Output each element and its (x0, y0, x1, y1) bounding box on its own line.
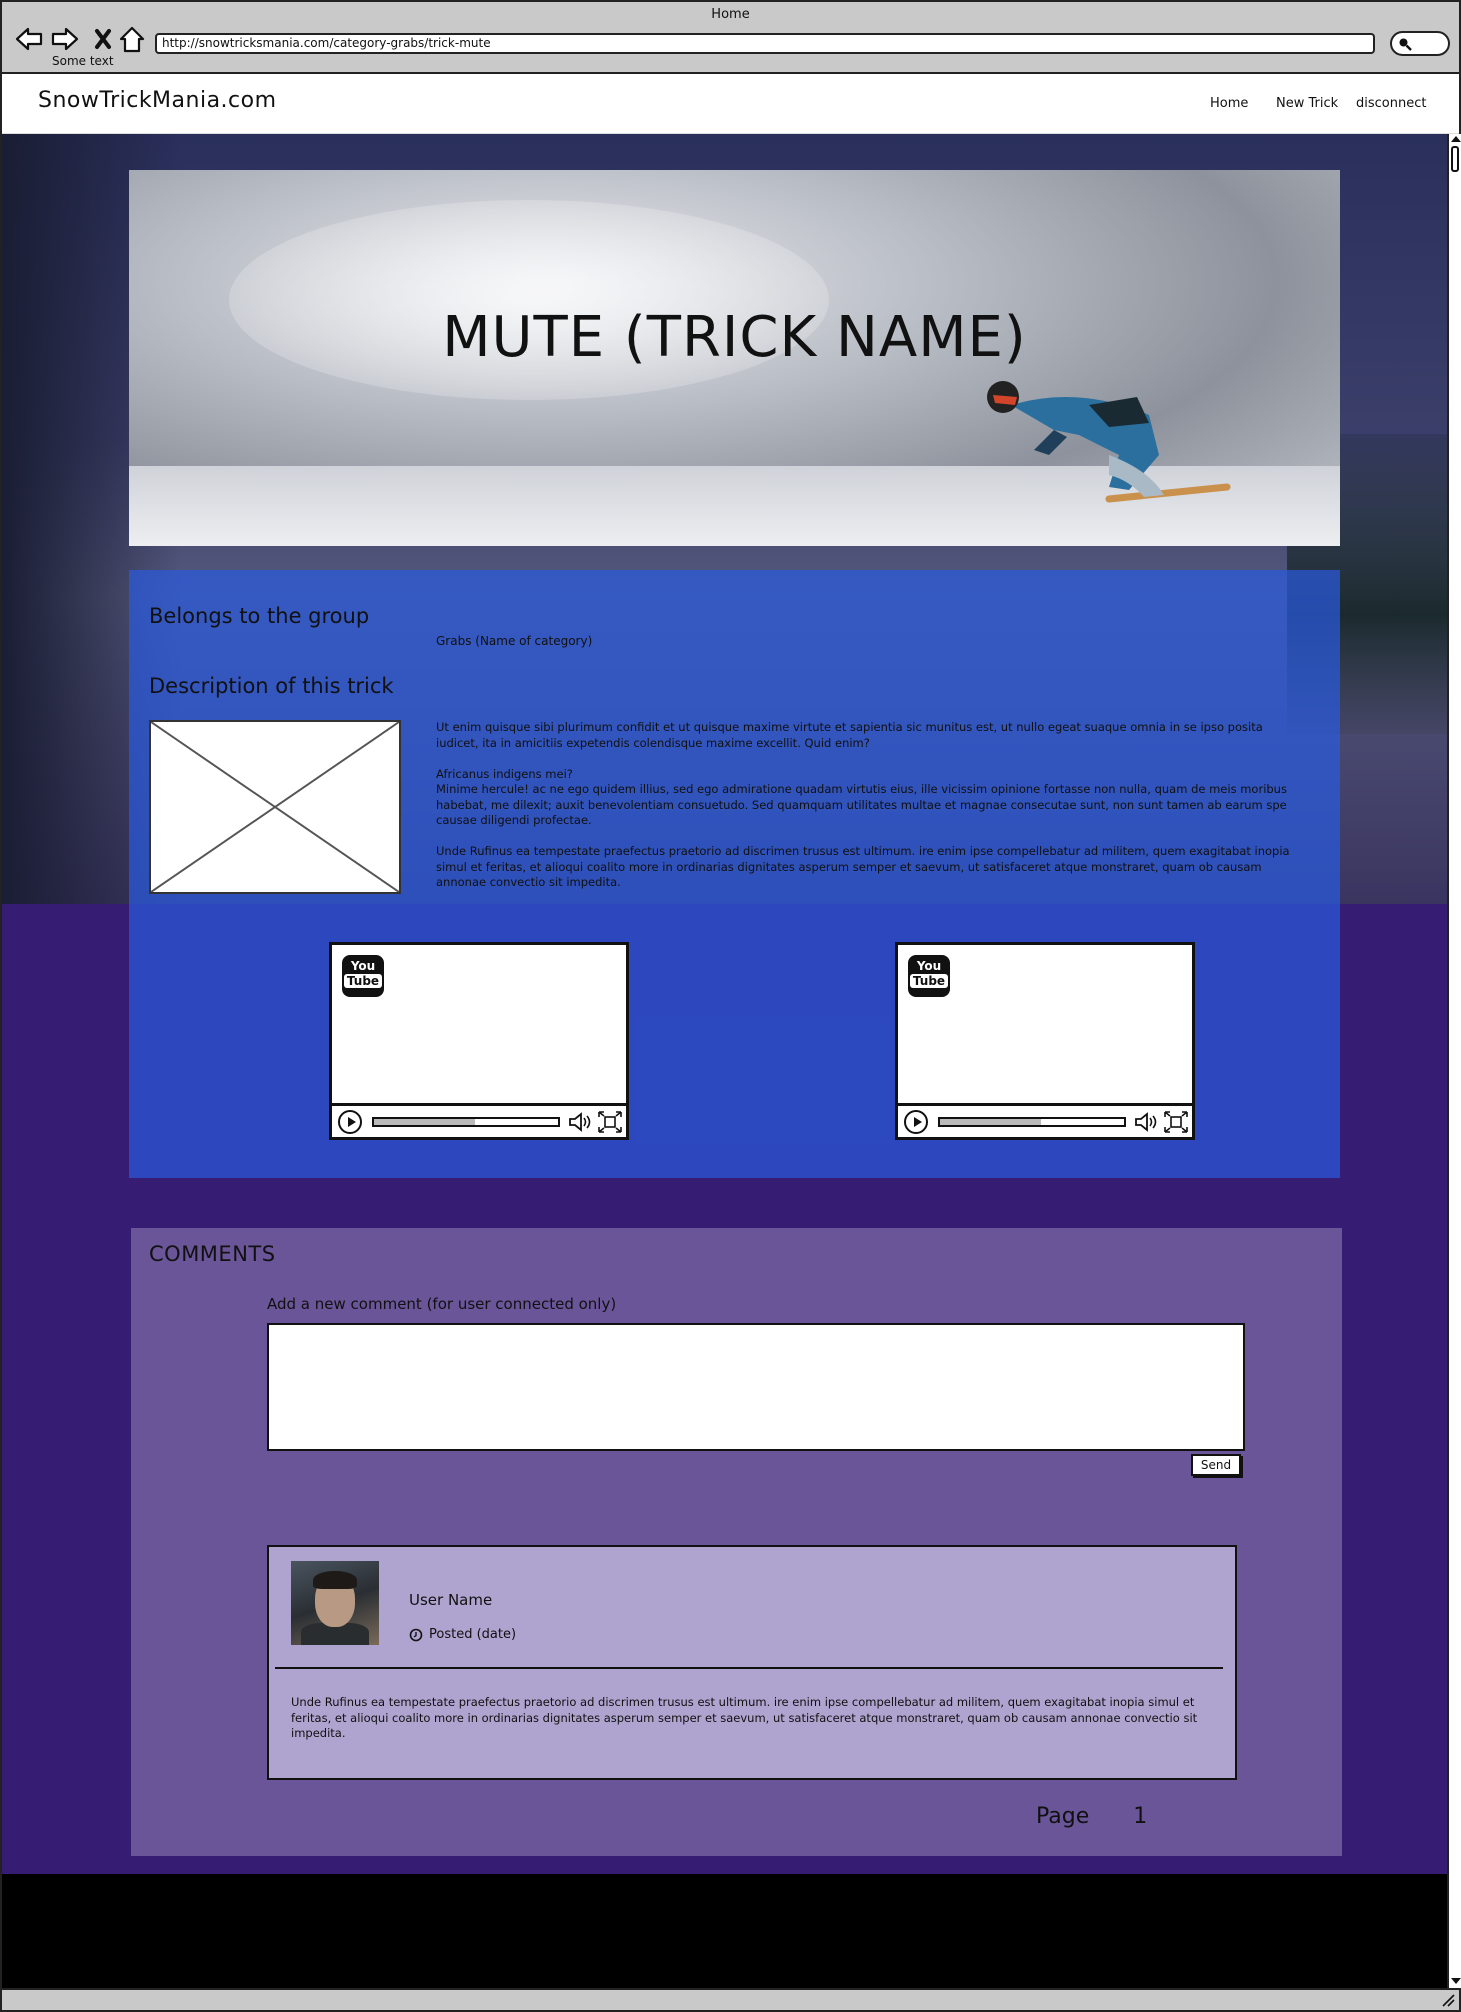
scroll-thumb[interactable] (1451, 146, 1459, 172)
description-heading: Description of this trick (149, 674, 394, 698)
arrow-right-icon (51, 27, 79, 51)
video-controls (898, 1103, 1192, 1137)
home-button[interactable] (117, 24, 147, 54)
pager-label: Page (1036, 1804, 1090, 1829)
video-player[interactable]: You Tube (895, 942, 1195, 1140)
youtube-logo-you: You (350, 959, 376, 973)
browser-search-box[interactable] (1390, 31, 1450, 56)
avatar (291, 1561, 379, 1645)
youtube-logo-tube: Tube (909, 974, 949, 988)
youtube-icon: You Tube (908, 955, 950, 997)
stop-button[interactable] (88, 24, 118, 54)
description-paragraph: Africanus indigens mei? Minime hercule! … (436, 766, 1287, 828)
trick-info-section: Belongs to the group Grabs (Name of cate… (129, 570, 1340, 1178)
category-value[interactable]: Grabs (Name of category) (436, 634, 592, 648)
comment-input-label: Add a new comment (for user connected on… (267, 1295, 617, 1313)
trick-title: MUTE (TRICK NAME) (129, 305, 1340, 370)
snowboarder-image (987, 381, 1231, 503)
fullscreen-icon[interactable] (1164, 1111, 1188, 1133)
site-footer (2, 1874, 1447, 1988)
image-placeholder-icon (151, 722, 399, 892)
trick-image-placeholder (149, 720, 401, 894)
fullscreen-icon[interactable] (598, 1111, 622, 1133)
chrome-sub-label: Some text (52, 54, 114, 68)
browser-chrome: Home Some text http://snowtricksmania.co… (2, 2, 1459, 74)
description-paragraph: Ut enim quisque sibi plurimum confidit e… (436, 720, 1263, 750)
search-icon (1399, 38, 1412, 51)
hero-banner: MUTE (TRICK NAME) (129, 170, 1340, 546)
browser-window: Home Some text http://snowtricksmania.co… (0, 0, 1461, 2012)
vertical-scrollbar[interactable] (1447, 134, 1461, 1988)
comment-item: User Name Posted (date) Unde Rufinus ea … (267, 1545, 1237, 1780)
nav-new-trick[interactable]: New Trick (1276, 96, 1338, 111)
avatar-hair (313, 1571, 357, 1589)
home-icon (119, 26, 145, 53)
trick-description: Ut enim quisque sibi plurimum confidit e… (436, 720, 1306, 906)
video-progress-bar[interactable] (938, 1117, 1126, 1127)
forward-button[interactable] (50, 24, 80, 54)
volume-icon[interactable] (1134, 1111, 1160, 1133)
scroll-down-icon[interactable] (1451, 1978, 1461, 1984)
site-header: SnowTrickMania.com Home New Trick discon… (2, 74, 1459, 134)
comments-title: COMMENTS (149, 1242, 276, 1266)
comment-divider (275, 1667, 1223, 1669)
volume-icon[interactable] (568, 1111, 594, 1133)
video-progress-bar[interactable] (372, 1117, 560, 1127)
play-icon[interactable] (338, 1110, 362, 1134)
trick-title-text: MUTE (TRICK NAME) (442, 305, 1027, 370)
back-button[interactable] (14, 24, 44, 54)
play-icon[interactable] (904, 1110, 928, 1134)
video-progress-fill (940, 1119, 1042, 1125)
youtube-logo-tube: Tube (343, 974, 383, 988)
comment-posted: Posted (date) (409, 1627, 516, 1642)
nav-disconnect[interactable]: disconnect (1356, 96, 1426, 111)
hero-snow-spray (229, 200, 829, 400)
video-controls (332, 1103, 626, 1137)
pager-page-1[interactable]: 1 (1133, 1804, 1147, 1829)
comments-section: COMMENTS Add a new comment (for user con… (131, 1228, 1342, 1856)
arrow-left-icon (15, 27, 43, 51)
comment-body: Unde Rufinus ea tempestate praefectus pr… (291, 1695, 1198, 1740)
resize-grip-icon[interactable] (1441, 1993, 1455, 2007)
comment-posted-date: Posted (date) (429, 1627, 517, 1642)
description-paragraph: Unde Rufinus ea tempestate praefectus pr… (436, 844, 1290, 889)
nav-home[interactable]: Home (1210, 96, 1248, 111)
comment-input[interactable] (267, 1323, 1245, 1451)
video-progress-fill (374, 1119, 476, 1125)
youtube-logo-you: You (916, 959, 942, 973)
youtube-icon: You Tube (342, 955, 384, 997)
send-button[interactable]: Send (1191, 1454, 1241, 1476)
comment-user-name[interactable]: User Name (409, 1591, 492, 1609)
clock-icon (409, 1628, 423, 1641)
site-logo[interactable]: SnowTrickMania.com (38, 88, 277, 113)
status-bar (2, 1988, 1459, 2010)
video-player[interactable]: You Tube (329, 942, 629, 1140)
scroll-up-icon[interactable] (1451, 136, 1461, 142)
window-title: Home (711, 7, 750, 22)
close-icon (95, 29, 111, 49)
pagination: Page 1 (1036, 1804, 1147, 1829)
url-bar[interactable]: http://snowtricksmania.com/category-grab… (155, 33, 1375, 54)
group-heading: Belongs to the group (149, 604, 370, 628)
